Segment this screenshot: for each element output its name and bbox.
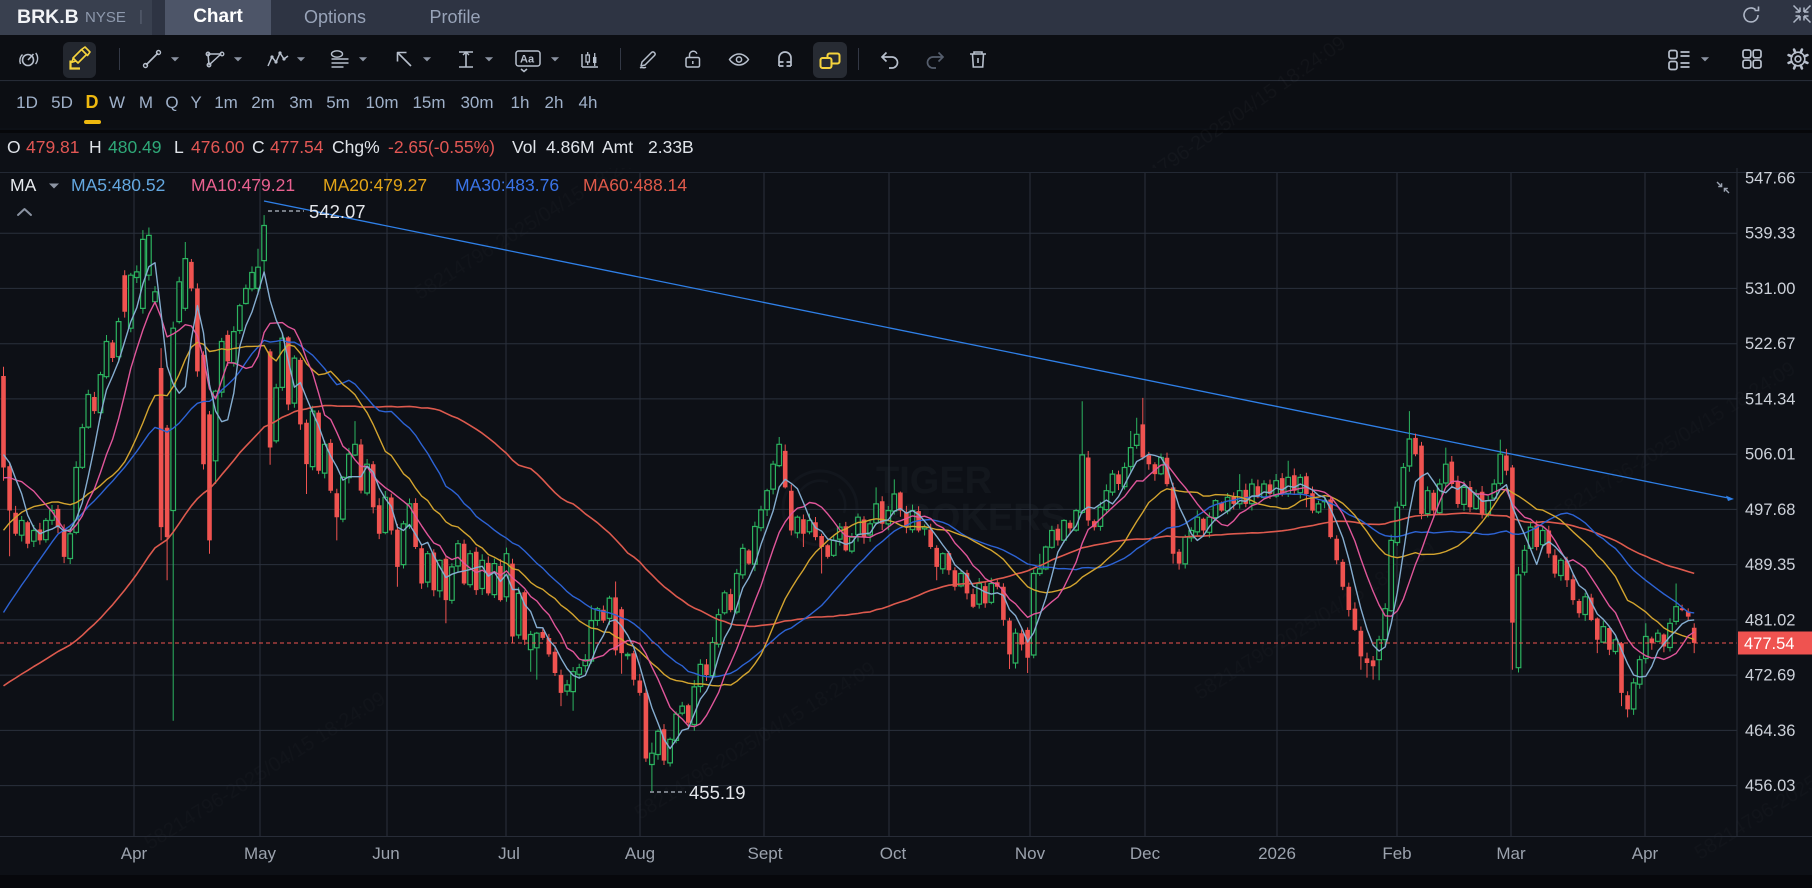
svg-text:472.69: 472.69 bbox=[1745, 667, 1795, 685]
svg-text:477.54: 477.54 bbox=[1744, 635, 1794, 653]
svg-text:497.68: 497.68 bbox=[1745, 501, 1795, 519]
svg-text:Sept: Sept bbox=[748, 844, 783, 863]
svg-text:481.02: 481.02 bbox=[1745, 611, 1795, 629]
svg-text:Dec: Dec bbox=[1130, 844, 1161, 863]
svg-text:464.36: 464.36 bbox=[1745, 722, 1795, 740]
svg-text:456.03: 456.03 bbox=[1745, 777, 1795, 795]
svg-text:2026: 2026 bbox=[1258, 844, 1296, 863]
svg-text:Apr: Apr bbox=[121, 844, 148, 863]
svg-text:455.19: 455.19 bbox=[689, 782, 746, 803]
svg-text:Aug: Aug bbox=[625, 844, 655, 863]
svg-text:489.35: 489.35 bbox=[1745, 556, 1795, 574]
svg-text:Jun: Jun bbox=[372, 844, 399, 863]
svg-text:Mar: Mar bbox=[1496, 844, 1526, 863]
svg-text:May: May bbox=[244, 844, 277, 863]
svg-text:Jul: Jul bbox=[498, 844, 520, 863]
svg-text:547.66: 547.66 bbox=[1745, 170, 1795, 188]
svg-text:Apr: Apr bbox=[1632, 844, 1659, 863]
svg-text:522.67: 522.67 bbox=[1745, 335, 1795, 353]
svg-text:542.07: 542.07 bbox=[309, 201, 366, 222]
svg-text:Nov: Nov bbox=[1015, 844, 1046, 863]
svg-text:Feb: Feb bbox=[1382, 844, 1411, 863]
svg-text:Aa: Aa bbox=[520, 54, 535, 66]
svg-text:539.33: 539.33 bbox=[1745, 225, 1795, 243]
svg-text:514.34: 514.34 bbox=[1745, 391, 1795, 409]
svg-text:531.00: 531.00 bbox=[1745, 280, 1795, 298]
svg-text:Oct: Oct bbox=[880, 844, 907, 863]
svg-text:506.01: 506.01 bbox=[1745, 446, 1795, 464]
